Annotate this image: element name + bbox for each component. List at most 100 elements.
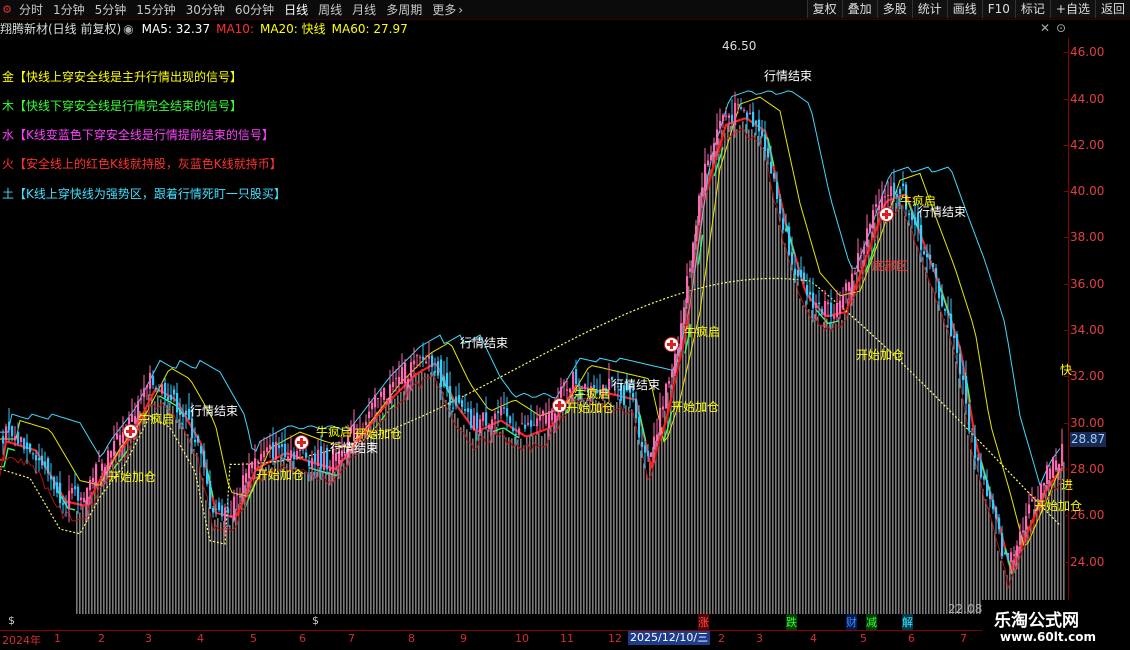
settings-icon[interactable]: ⚙ xyxy=(0,3,14,16)
volume-bar xyxy=(562,401,564,614)
volume-bar xyxy=(919,253,921,614)
period-tab-1min[interactable]: 1分钟 xyxy=(48,1,90,18)
candle-body xyxy=(560,386,563,398)
volume-bar xyxy=(613,405,615,614)
volume-bar xyxy=(922,256,924,614)
period-tab-intraday[interactable]: 分时 xyxy=(14,1,48,18)
candle-body xyxy=(473,415,476,431)
candle-body xyxy=(776,181,779,199)
volume-bar xyxy=(640,450,642,614)
candle-body xyxy=(275,441,278,460)
volume-bar xyxy=(694,233,696,614)
candle-body xyxy=(980,461,983,478)
candle-body xyxy=(404,362,407,384)
candle-body xyxy=(248,464,251,479)
candle-body xyxy=(773,173,776,179)
candle-body xyxy=(500,407,503,416)
period-tab-5min[interactable]: 5分钟 xyxy=(90,1,132,18)
volume-bar xyxy=(571,392,573,614)
candle-body xyxy=(644,445,647,453)
volume-bar xyxy=(178,419,180,614)
volume-bar xyxy=(967,434,969,614)
volume-bar xyxy=(265,466,267,614)
volume-bar xyxy=(157,395,159,614)
volume-bar xyxy=(760,136,762,615)
volume-bar xyxy=(271,467,273,614)
volume-bar xyxy=(163,402,165,614)
back-button[interactable]: 返回 xyxy=(1094,0,1130,18)
period-tab-15min[interactable]: 15分钟 xyxy=(131,1,180,18)
settings-dropdown-icon[interactable]: ◉ xyxy=(123,20,133,38)
candle-body xyxy=(266,447,269,452)
event-limit-up-icon[interactable]: 涨 xyxy=(698,614,709,630)
candle-body xyxy=(401,367,404,384)
candle-body xyxy=(26,442,29,450)
pin-icon[interactable]: ⊙ xyxy=(1056,21,1066,35)
period-tab-30min[interactable]: 30分钟 xyxy=(181,1,230,18)
period-tab-60min[interactable]: 60分钟 xyxy=(230,1,279,18)
candle-body xyxy=(17,432,20,444)
volume-bar xyxy=(775,207,777,614)
legend-earth: 土【K线上穿快线为强势区，跟着行情死盯一只股买】 xyxy=(2,187,286,201)
overlay-button[interactable]: 叠加 xyxy=(841,0,877,18)
volume-bar xyxy=(619,399,621,614)
event-limit-down-icon[interactable]: 跌 xyxy=(786,614,797,630)
volume-bar xyxy=(871,231,873,614)
event-dividend-icon[interactable]: $ xyxy=(312,614,319,627)
candle-body xyxy=(743,110,746,112)
event-unlock-icon[interactable]: 解 xyxy=(902,614,913,630)
legend-gold: 金【快线上穿安全线是主升行情出现的信号】 xyxy=(2,70,243,84)
candle-body xyxy=(641,442,644,447)
event-finance-icon[interactable]: 财 xyxy=(846,614,857,630)
candle-body xyxy=(794,268,797,276)
draw-line-button[interactable]: 画线 xyxy=(946,0,982,18)
period-tab-more[interactable]: 更多 › xyxy=(427,1,468,18)
period-tab-multi[interactable]: 多周期 xyxy=(381,1,427,18)
adjust-button[interactable]: 复权 xyxy=(806,0,842,18)
x-tick: 4 xyxy=(197,632,204,645)
volume-bar xyxy=(766,161,768,614)
window-icon[interactable]: ✕ xyxy=(1040,21,1050,35)
volume-bar xyxy=(211,523,213,614)
candle-body xyxy=(1019,531,1022,545)
volume-bar xyxy=(910,226,912,614)
y-tick: 32.00 xyxy=(1063,369,1105,383)
candle-body xyxy=(455,396,458,406)
volume-bar xyxy=(103,470,105,614)
statistics-button[interactable]: 统计 xyxy=(911,0,947,18)
period-tab-weekly[interactable]: 周线 xyxy=(313,1,347,18)
candle-body xyxy=(893,182,896,198)
volume-bar xyxy=(586,399,588,614)
event-reduce-icon[interactable]: 减 xyxy=(866,614,877,630)
period-tab-monthly[interactable]: 月线 xyxy=(347,1,381,18)
event-dividend-icon[interactable]: $ xyxy=(8,614,15,627)
ma5-value: MA5: 32.37 xyxy=(141,22,211,36)
candle-body xyxy=(902,183,905,187)
volume-bar xyxy=(928,279,930,614)
multi-stock-button[interactable]: 多股 xyxy=(876,0,912,18)
line-label-fast: 快 xyxy=(1060,363,1073,377)
f10-button[interactable]: F10 xyxy=(981,0,1015,18)
volume-bar xyxy=(334,471,336,614)
candle-body xyxy=(437,361,440,376)
candle-body xyxy=(971,433,974,435)
volume-bar xyxy=(838,317,840,614)
period-tab-daily[interactable]: 日线 xyxy=(279,1,313,18)
volume-bar xyxy=(514,436,516,614)
candle-body xyxy=(512,427,515,432)
candle-body xyxy=(953,335,956,339)
candle-body xyxy=(896,193,899,197)
volume-bar xyxy=(172,406,174,614)
volume-bar xyxy=(154,401,156,614)
candle-body xyxy=(161,383,164,394)
candle-body xyxy=(320,446,323,469)
signal-trend-end: 行情结束 xyxy=(612,378,661,392)
add-watchlist-button[interactable]: +自选 xyxy=(1049,0,1095,18)
volume-bar xyxy=(790,263,792,614)
candle-body xyxy=(689,268,692,272)
volume-bar xyxy=(847,298,849,614)
mark-button[interactable]: 标记 xyxy=(1014,0,1050,18)
candle-body xyxy=(209,480,212,509)
volume-bar xyxy=(217,517,219,614)
volume-bar xyxy=(415,372,417,614)
